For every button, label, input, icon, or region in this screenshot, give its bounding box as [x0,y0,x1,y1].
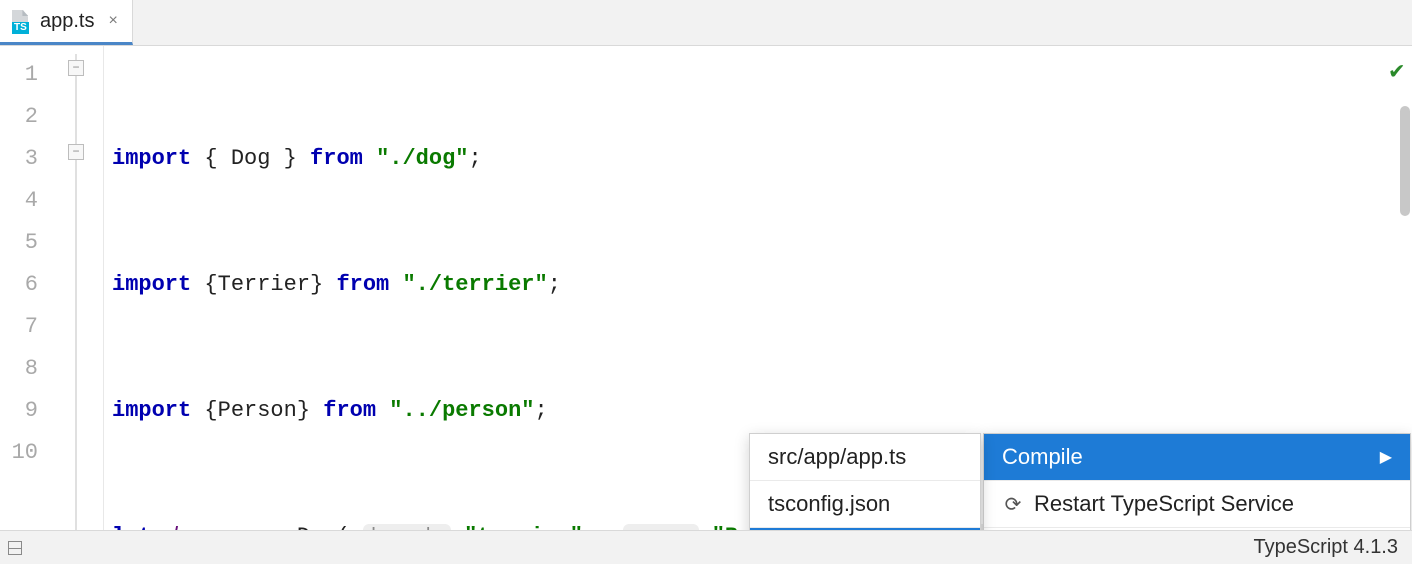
line-number: 3 [0,138,52,180]
menu-item-label: tsconfig.json [768,491,890,517]
status-bar: TypeScript 4.1.3 [0,530,1412,564]
menu-item-compile-file[interactable]: src/app/app.ts [750,434,980,481]
typescript-version-widget[interactable]: TypeScript 4.1.3 [1253,536,1412,559]
code-editor[interactable]: 1 2 3 4 5 6 7 8 9 10 − − import { Dog } … [0,46,1412,530]
line-number: 2 [0,96,52,138]
tab-bar: TS app.ts × [0,0,1412,46]
tab-filename: app.ts [40,10,94,33]
fold-gutter: − − [52,46,104,530]
line-number: 10 [0,432,52,474]
menu-item-restart-ts[interactable]: ⟳ Restart TypeScript Service [984,481,1410,528]
menu-item-compile[interactable]: Compile ▶ [984,434,1410,481]
menu-item-compile-tsconfig[interactable]: tsconfig.json [750,481,980,528]
line-number-gutter: 1 2 3 4 5 6 7 8 9 10 [0,46,52,530]
line-number: 7 [0,306,52,348]
typescript-file-icon: TS [10,10,32,32]
line-number: 5 [0,222,52,264]
menu-item-label: Restart TypeScript Service [1034,491,1294,517]
line-number: 4 [0,180,52,222]
fold-toggle-icon[interactable]: − [68,60,84,76]
line-number: 1 [0,54,52,96]
submenu-arrow-icon: ▶ [1380,447,1392,467]
editor-tab-appts[interactable]: TS app.ts × [0,0,133,45]
menu-item-label: Compile [1002,444,1083,470]
menu-item-configure-ts[interactable]: 🔧 Configure TypeScript… [984,528,1410,530]
scrollbar-thumb[interactable] [1400,106,1410,216]
line-number: 6 [0,264,52,306]
keyword: import [112,146,191,171]
typescript-context-menu: Compile ▶ ⟳ Restart TypeScript Service 🔧… [983,433,1411,530]
fold-toggle-icon[interactable]: − [68,144,84,160]
compile-submenu: src/app/app.ts tsconfig.json Compile All [749,433,981,530]
menu-item-label: src/app/app.ts [768,444,906,470]
menu-item-compile-all[interactable]: Compile All [750,528,980,530]
split-view-icon[interactable] [8,541,22,555]
line-number: 9 [0,390,52,432]
line-number: 8 [0,348,52,390]
param-hint: breed: [363,524,451,530]
param-hint: name: [623,524,699,530]
restart-icon: ⟳ [1002,493,1024,515]
checkmark-icon: ✔ [1390,56,1404,86]
close-icon[interactable]: × [108,12,117,30]
